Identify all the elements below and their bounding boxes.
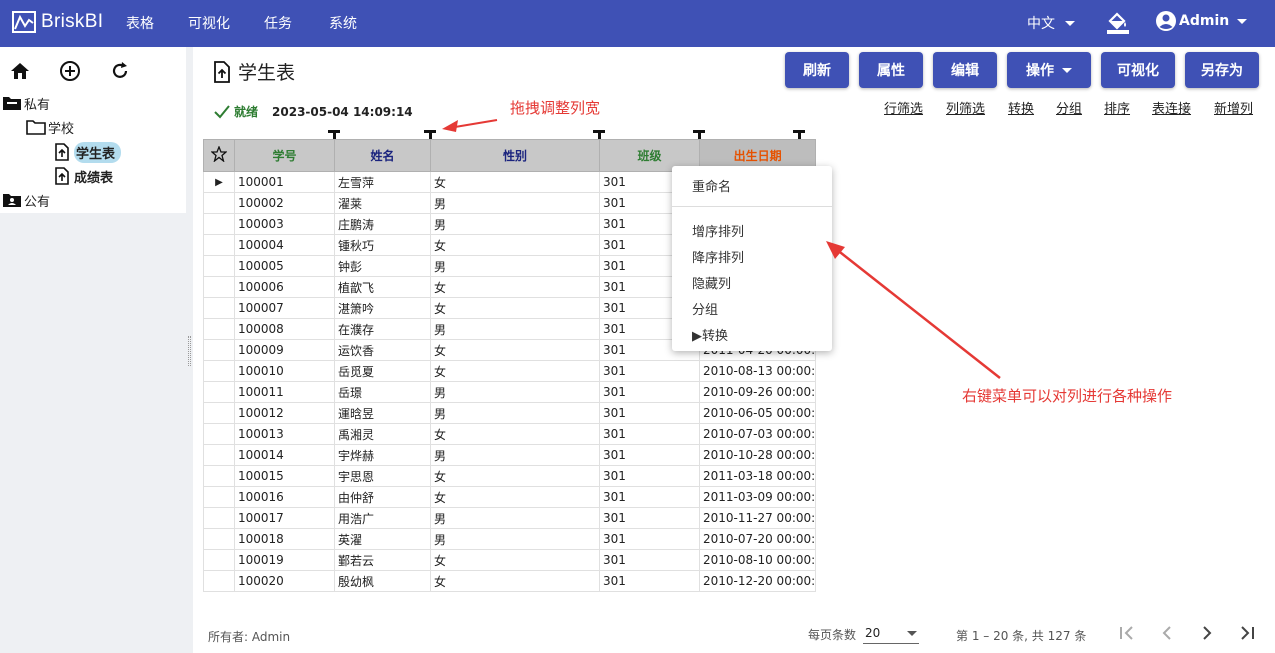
next-page-icon[interactable] xyxy=(1197,623,1217,643)
owner-label: 所有者: Admin xyxy=(208,630,291,644)
arrow-line xyxy=(454,119,498,128)
per-page-label: 每页条数 xyxy=(808,628,857,642)
previous-page-icon[interactable] xyxy=(1157,623,1177,643)
arrow-line xyxy=(835,248,1001,379)
per-page-select[interactable]: 20 xyxy=(863,622,919,644)
annotation-arrows xyxy=(442,119,1001,379)
per-page-value: 20 xyxy=(865,625,881,640)
arrow-head-icon xyxy=(442,120,458,132)
page-range-text: 第 1 – 20 条, 共 127 条 xyxy=(956,629,1087,643)
chevron-down-icon xyxy=(907,631,917,636)
arrow-head-icon xyxy=(826,241,845,259)
first-page-icon[interactable] xyxy=(1117,623,1137,643)
last-page-icon[interactable] xyxy=(1237,623,1257,643)
